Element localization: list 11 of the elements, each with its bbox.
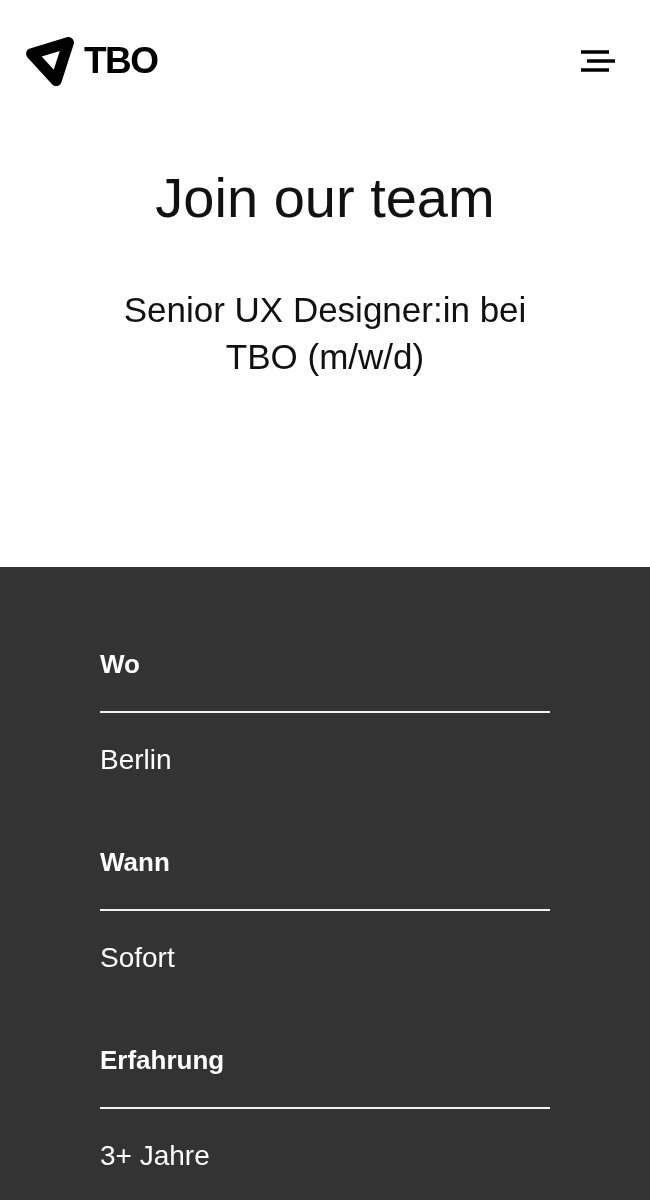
detail-value: Berlin	[100, 743, 173, 777]
logo-icon	[26, 36, 74, 86]
detail-label: Wann	[100, 846, 171, 878]
logo-text: TBO	[84, 41, 158, 81]
page-title: Join our team	[155, 165, 495, 231]
job-title: Senior UX Designer:in bei TBO (m/w/d)	[122, 289, 528, 378]
detail-value: Sofort	[100, 941, 176, 975]
detail-label: Erfahrung	[100, 1044, 226, 1076]
menu-icon[interactable]	[581, 50, 615, 72]
detail-value: 3+ Jahre	[100, 1139, 211, 1173]
detail-label: Wo	[100, 648, 141, 680]
